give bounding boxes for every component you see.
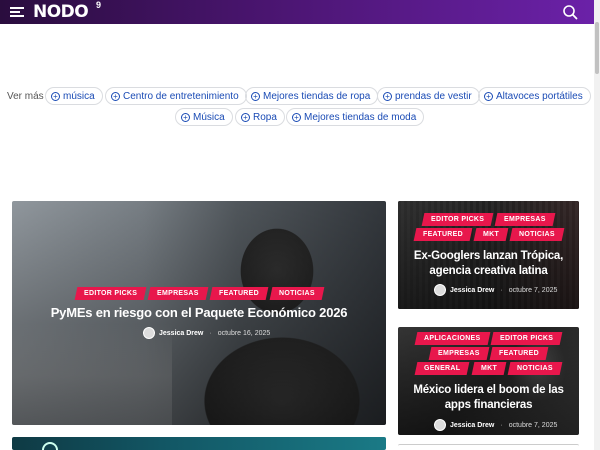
plus-circle-icon: + [383, 91, 392, 101]
tag[interactable]: EDITOR PICKS [490, 332, 563, 345]
article-card-next[interactable] [12, 437, 386, 450]
article-meta: Jessica Drew · octubre 7, 2025 [434, 419, 557, 431]
tag-list: EDITOR PICKS EMPRESAS FEATURED MKT NOTIC… [404, 212, 573, 242]
tag[interactable]: EMPRESAS [147, 287, 208, 300]
related-chip[interactable]: + música [45, 87, 103, 105]
article-title[interactable]: Ex-Googlers lanzan Trópica, agencia crea… [404, 249, 573, 279]
tag[interactable]: EDITOR PICKS [421, 213, 494, 226]
article-title[interactable]: PyMEs en riesgo con el Paquete Económico… [12, 305, 386, 320]
article-card-side[interactable]: APLICACIONES EDITOR PICKS EMPRESAS FEATU… [398, 327, 579, 435]
site-header: NODO 9 [0, 0, 594, 24]
article-meta: Jessica Drew · octubre 16, 2025 [143, 327, 270, 339]
avatar[interactable] [143, 327, 155, 339]
tag[interactable]: FEATURED [489, 347, 549, 360]
scrollbar-thumb[interactable] [595, 22, 599, 74]
logo-text: NODO [33, 2, 89, 22]
related-chip[interactable]: + Centro de entretenimiento [105, 87, 247, 105]
related-chip[interactable]: + Ropa [235, 108, 285, 126]
related-chip[interactable]: + Mejores tiendas de moda [286, 108, 425, 126]
separator: · [500, 286, 503, 294]
plus-circle-icon: + [111, 91, 120, 101]
article-card-side[interactable]: EDITOR PICKS EMPRESAS FEATURED MKT NOTIC… [398, 201, 579, 309]
tag[interactable]: FEATURED [209, 287, 268, 300]
tag-list: APLICACIONES EDITOR PICKS EMPRESAS FEATU… [404, 331, 573, 376]
menu-icon[interactable] [10, 7, 24, 17]
plus-circle-icon: + [251, 91, 260, 101]
logo-superscript: 9 [96, 0, 102, 10]
plus-circle-icon: + [51, 91, 60, 101]
plus-circle-icon: + [484, 91, 493, 101]
tag-list: EDITOR PICKS EMPRESAS FEATURED NOTICIAS [12, 286, 386, 301]
related-chip[interactable]: + Mejores tiendas de ropa [245, 87, 379, 105]
site-logo[interactable]: NODO [33, 2, 89, 22]
tag[interactable]: NOTICIAS [509, 228, 564, 241]
related-chip[interactable]: + Música [175, 108, 233, 126]
avatar[interactable] [434, 419, 446, 431]
plus-circle-icon: + [181, 112, 190, 122]
tag[interactable]: APLICACIONES [414, 332, 490, 345]
separator: · [209, 329, 212, 337]
author-name[interactable]: Jessica Drew [450, 287, 494, 294]
article-card-main[interactable]: EDITOR PICKS EMPRESAS FEATURED NOTICIAS … [12, 201, 386, 425]
article-card-side-next[interactable] [398, 444, 579, 450]
separator: · [500, 421, 503, 429]
article-image [12, 437, 386, 450]
tag[interactable]: MKT [473, 228, 508, 241]
avatar[interactable] [434, 284, 446, 296]
tag[interactable]: EMPRESAS [428, 347, 489, 360]
tag[interactable]: NOTICIAS [507, 362, 563, 375]
tag[interactable]: FEATURED [413, 228, 472, 241]
article-date: octubre 7, 2025 [508, 421, 558, 429]
related-label: Ver más [7, 91, 44, 102]
article-date: octubre 16, 2025 [217, 329, 271, 337]
related-chip[interactable]: + prendas de vestir [377, 87, 480, 105]
tag[interactable]: EMPRESAS [494, 213, 556, 226]
article-meta: Jessica Drew · octubre 7, 2025 [434, 284, 557, 296]
tag[interactable]: MKT [471, 362, 507, 375]
logo-icon [42, 442, 58, 450]
article-date: octubre 7, 2025 [508, 286, 558, 294]
tag[interactable]: NOTICIAS [269, 287, 324, 300]
related-chip[interactable]: + Altavoces portátiles [478, 87, 591, 105]
tag[interactable]: EDITOR PICKS [74, 287, 147, 300]
search-icon[interactable] [562, 4, 578, 20]
article-title[interactable]: México lidera el boom de las apps financ… [404, 383, 573, 413]
author-name[interactable]: Jessica Drew [159, 330, 203, 337]
tag[interactable]: GENERAL [414, 362, 471, 375]
plus-circle-icon: + [292, 112, 301, 122]
plus-circle-icon: + [241, 112, 250, 122]
author-name[interactable]: Jessica Drew [450, 422, 494, 429]
